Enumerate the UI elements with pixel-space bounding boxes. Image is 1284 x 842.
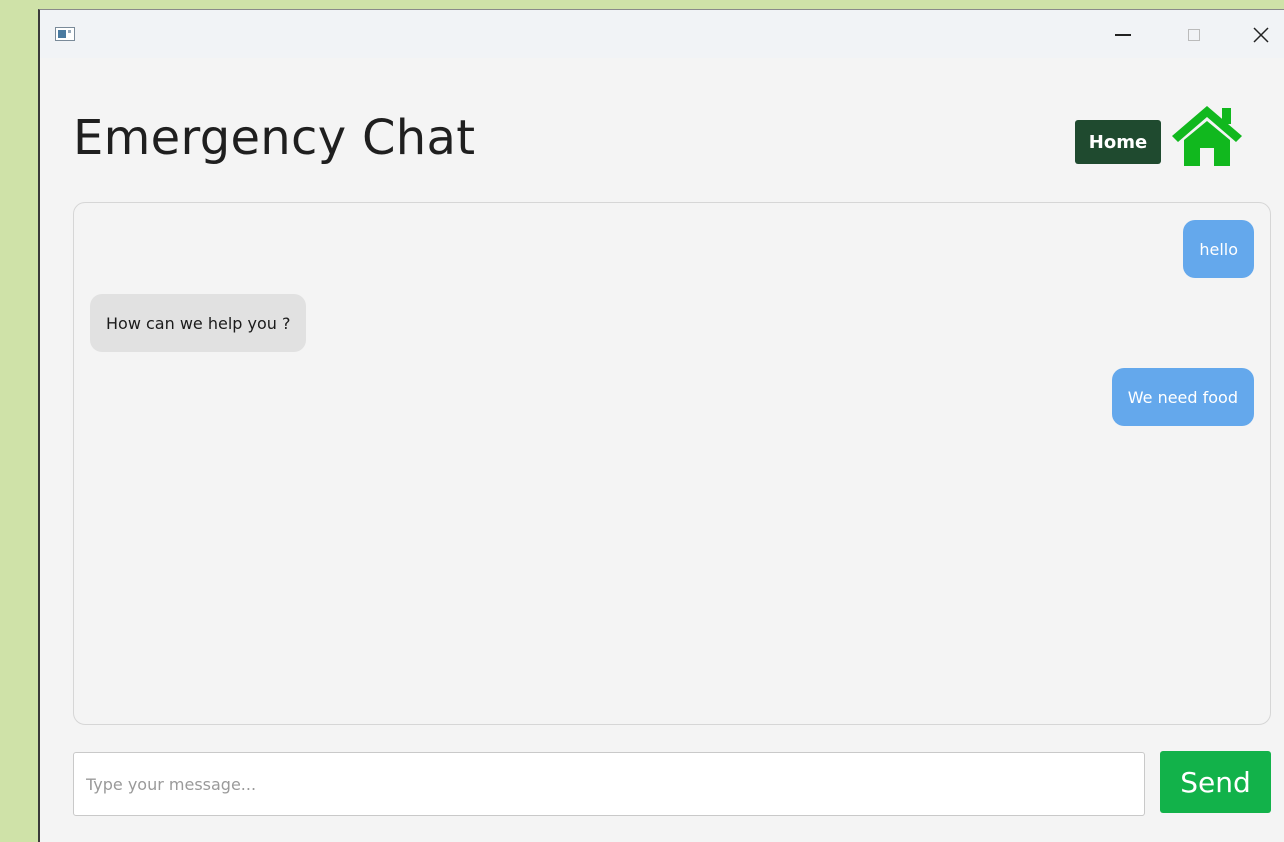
maximize-button[interactable]: [1171, 20, 1217, 50]
chat-messages-panel[interactable]: hello How can we help you ? We need food: [73, 202, 1271, 725]
app-window-icon: [55, 27, 75, 41]
message-bubble-support: How can we help you ?: [90, 294, 307, 352]
app-window: Emergency Chat Home hello How can we hel…: [38, 9, 1284, 842]
send-button[interactable]: Send: [1160, 751, 1271, 813]
message-input[interactable]: [73, 752, 1145, 816]
home-icon[interactable]: [1170, 102, 1244, 168]
page-title: Emergency Chat: [73, 110, 476, 166]
maximize-icon: [1188, 29, 1200, 41]
close-icon: [1253, 27, 1269, 43]
message-bubble-user: hello: [1183, 220, 1254, 278]
window-titlebar[interactable]: [40, 10, 1284, 58]
close-button[interactable]: [1238, 20, 1284, 50]
home-button[interactable]: Home: [1075, 120, 1161, 164]
minimize-icon: [1115, 34, 1131, 36]
message-bubble-user: We need food: [1111, 368, 1254, 426]
minimize-button[interactable]: [1100, 20, 1146, 50]
